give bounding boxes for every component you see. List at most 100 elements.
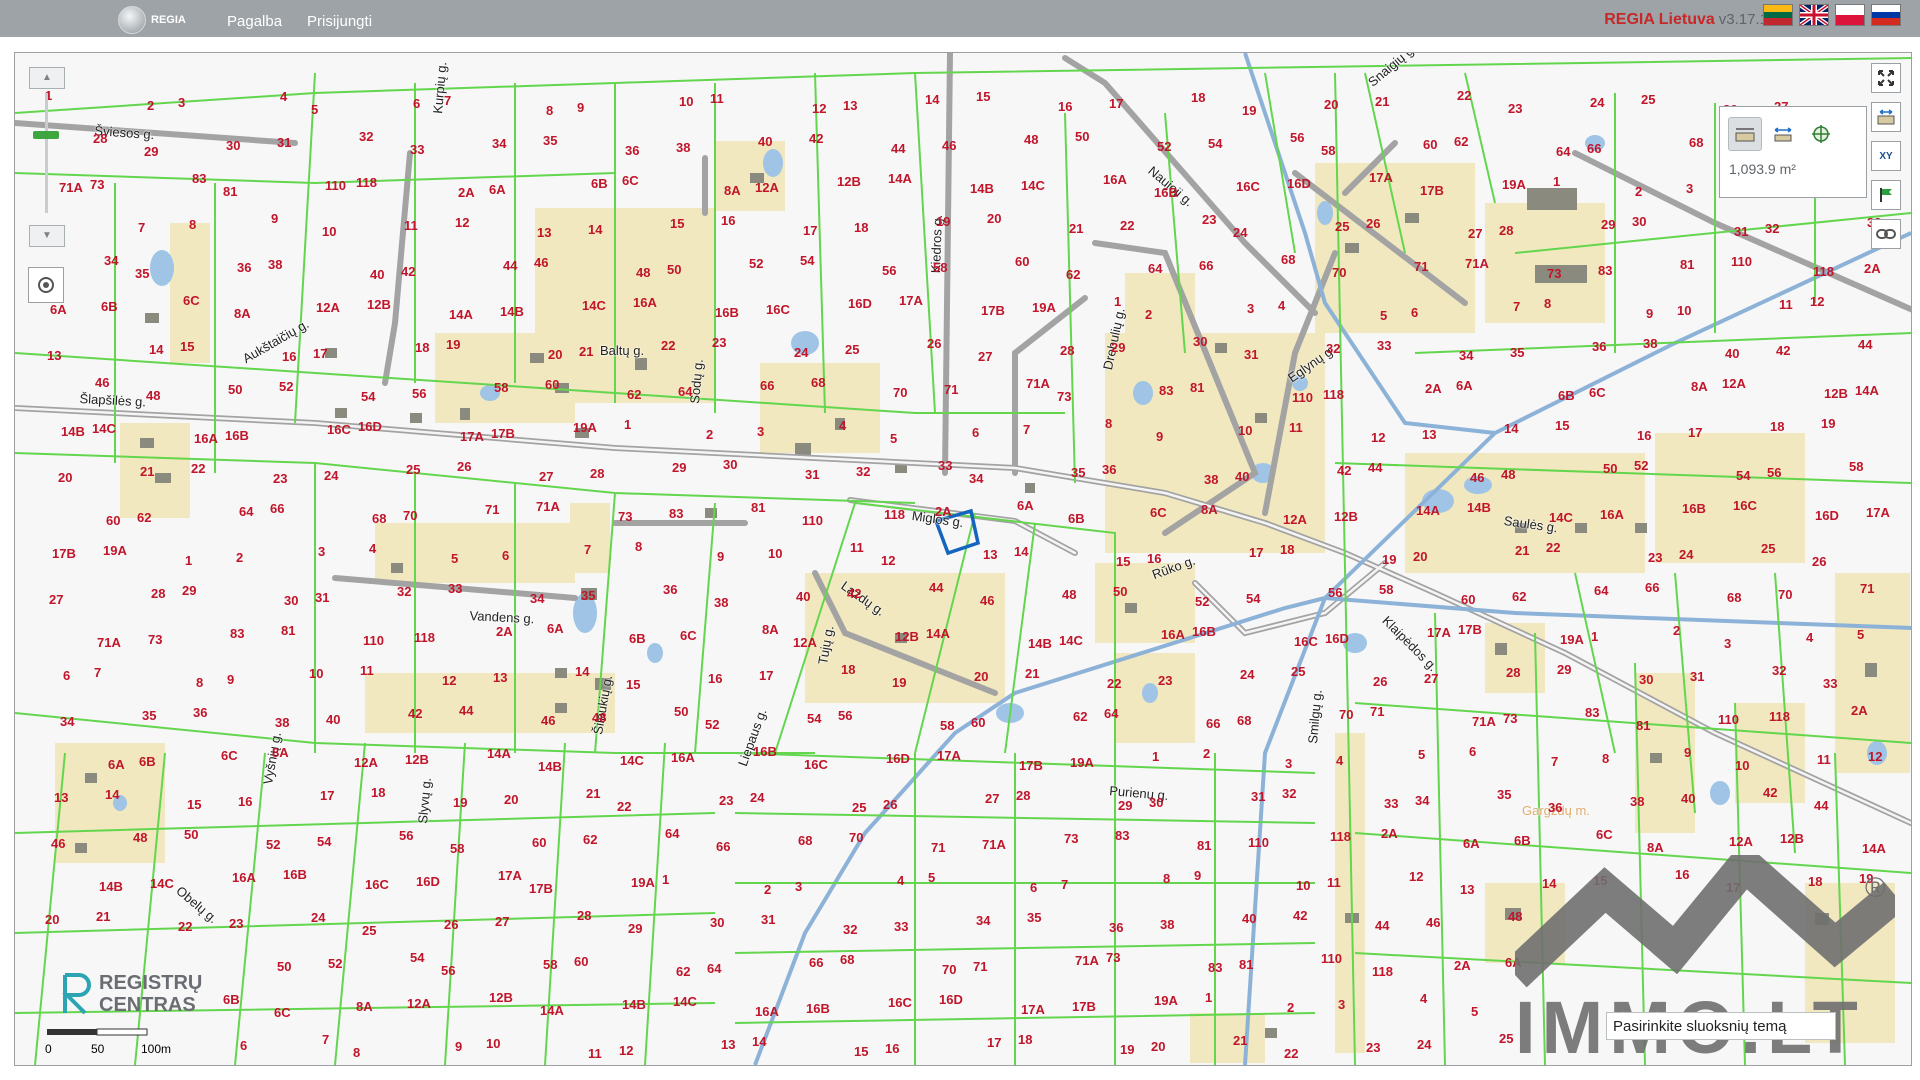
parcel-number: 16A bbox=[1103, 172, 1127, 187]
parcel-number: 14B bbox=[622, 997, 646, 1012]
parcel-number: 6 bbox=[972, 425, 980, 440]
parcel-number: 56 bbox=[412, 386, 427, 401]
parcel-number: 24 bbox=[1417, 1037, 1432, 1052]
parcel-number: 60 bbox=[574, 954, 589, 969]
parcel-number: 4 bbox=[839, 418, 847, 433]
parcel-number: 35 bbox=[142, 708, 157, 723]
measure-distance-button[interactable] bbox=[1766, 117, 1800, 151]
parcel-number: 48 bbox=[146, 388, 161, 403]
parcel-number: 7 bbox=[94, 665, 102, 680]
parcel-number: 30 bbox=[723, 457, 738, 472]
parcel-number: 12 bbox=[881, 553, 896, 568]
parcel-number: 17B bbox=[52, 546, 76, 561]
parcel-number: 8 bbox=[1105, 416, 1113, 431]
parcel-number: 62 bbox=[676, 964, 691, 979]
parcel-number: 6B bbox=[1558, 388, 1575, 403]
zoom-track[interactable] bbox=[45, 93, 48, 213]
parcel-number: 12 bbox=[1409, 869, 1424, 884]
parcel-number: 62 bbox=[627, 387, 642, 402]
parcel-number: 14B bbox=[1467, 500, 1491, 515]
xy-coordinate-button[interactable]: XY bbox=[1871, 141, 1901, 171]
parcel-number: 20 bbox=[1324, 97, 1339, 112]
measure-area-button[interactable] bbox=[1728, 117, 1762, 151]
parcel-number: 66 bbox=[1587, 141, 1602, 156]
parcel-number: 46 bbox=[1426, 915, 1441, 930]
regia-logo[interactable]: REGIA bbox=[118, 6, 186, 34]
parcel-number: 81 bbox=[1636, 718, 1651, 733]
parcel-number: 46 bbox=[1470, 470, 1485, 485]
parcel-number: 15 bbox=[1116, 554, 1131, 569]
parcel-number: 2 bbox=[764, 882, 772, 897]
zoom-out-button[interactable]: ▼ bbox=[29, 225, 65, 247]
parcel-number: 16B bbox=[715, 305, 739, 320]
parcel-number: 40 bbox=[326, 712, 341, 727]
flag-marker-button[interactable] bbox=[1871, 180, 1901, 210]
parcel-number: 38 bbox=[714, 595, 729, 610]
measure-point-button[interactable] bbox=[1804, 117, 1838, 151]
parcel-number: 19 bbox=[1821, 416, 1836, 431]
parcel-number: 110 bbox=[363, 633, 384, 648]
parcel-number: 25 bbox=[1761, 541, 1776, 556]
parcel-number: 83 bbox=[230, 626, 245, 641]
parcel-number: 3 bbox=[1724, 636, 1732, 651]
parcel-number: 17A bbox=[1369, 170, 1393, 185]
parcel-number: 27 bbox=[495, 914, 510, 929]
parcel-number: 34 bbox=[969, 471, 984, 486]
parcel-number: 6 bbox=[1411, 305, 1419, 320]
parcel-number: 60 bbox=[1461, 592, 1476, 607]
fullscreen-button[interactable] bbox=[1871, 63, 1901, 93]
parcel-number: 18 bbox=[371, 785, 386, 800]
parcel-number: 2 bbox=[1673, 623, 1681, 638]
parcel-number: 27 bbox=[539, 469, 554, 484]
parcel-number: 42 bbox=[1763, 785, 1778, 800]
parcel-number: 66 bbox=[809, 955, 824, 970]
nav-help-link[interactable]: Pagalba bbox=[227, 13, 282, 30]
parcel-number: 118 bbox=[1330, 829, 1351, 844]
extent-button[interactable] bbox=[1871, 102, 1901, 132]
parcel-number: 35 bbox=[581, 588, 596, 603]
parcel-number: 12 bbox=[455, 215, 470, 230]
version-label: v3.17.1 bbox=[1718, 11, 1768, 28]
parcel-number: 13 bbox=[1460, 882, 1475, 897]
parcel-number: 40 bbox=[1681, 791, 1696, 806]
parcel-number: 17 bbox=[1249, 545, 1264, 560]
parcel-number: 68 bbox=[1689, 135, 1704, 150]
parcel-number: 29 bbox=[1557, 662, 1572, 677]
flag-lt-button[interactable] bbox=[1763, 4, 1793, 26]
parcel-number: 14 bbox=[575, 664, 590, 679]
parcel-number: 8 bbox=[546, 103, 554, 118]
parcel-number: 13 bbox=[47, 348, 62, 363]
parcel-number: 17A bbox=[937, 748, 961, 763]
parcel-number: 19 bbox=[453, 795, 468, 810]
parcel-number: 64 bbox=[1556, 144, 1571, 159]
parcel-number: 17B bbox=[981, 303, 1005, 318]
layer-theme-select[interactable]: Pasirinkite sluoksnių temą bbox=[1606, 1012, 1836, 1040]
parcel-number: 3 bbox=[178, 95, 186, 110]
flag-pl-button[interactable] bbox=[1835, 4, 1865, 26]
parcel-number: 70 bbox=[849, 830, 864, 845]
zoom-in-button[interactable]: ▲ bbox=[29, 67, 65, 89]
parcel-number: 32 bbox=[1772, 663, 1787, 678]
parcel-number: 16A bbox=[1600, 507, 1624, 522]
parcel-number: 17B bbox=[491, 426, 515, 441]
link-button[interactable] bbox=[1871, 219, 1901, 249]
parcel-number: 16 bbox=[1058, 99, 1073, 114]
parcel-number: 34 bbox=[60, 714, 75, 729]
parcel-number: 16C bbox=[1294, 634, 1318, 649]
locate-button[interactable] bbox=[28, 267, 64, 303]
parcel-number: 30 bbox=[1632, 214, 1647, 229]
flag-en-button[interactable] bbox=[1799, 4, 1829, 26]
parcel-number: 70 bbox=[1339, 707, 1354, 722]
zoom-slider-handle[interactable] bbox=[33, 131, 59, 139]
scale-bar: 0 50 100m bbox=[45, 1027, 175, 1056]
parcel-number: 16B bbox=[283, 867, 307, 882]
nav-login-link[interactable]: Prisijungti bbox=[307, 13, 372, 30]
parcel-number: 10 bbox=[1296, 878, 1311, 893]
parcel-number: 28 bbox=[1016, 788, 1031, 803]
parcel-number: 3 bbox=[1247, 301, 1255, 316]
brand-name: REGIA Lietuva bbox=[1604, 11, 1715, 28]
parcel-number: 32 bbox=[397, 584, 412, 599]
flag-ru-button[interactable] bbox=[1871, 4, 1901, 26]
scale-bar-graphic bbox=[47, 1028, 148, 1036]
parcel-number: 9 bbox=[271, 211, 279, 226]
